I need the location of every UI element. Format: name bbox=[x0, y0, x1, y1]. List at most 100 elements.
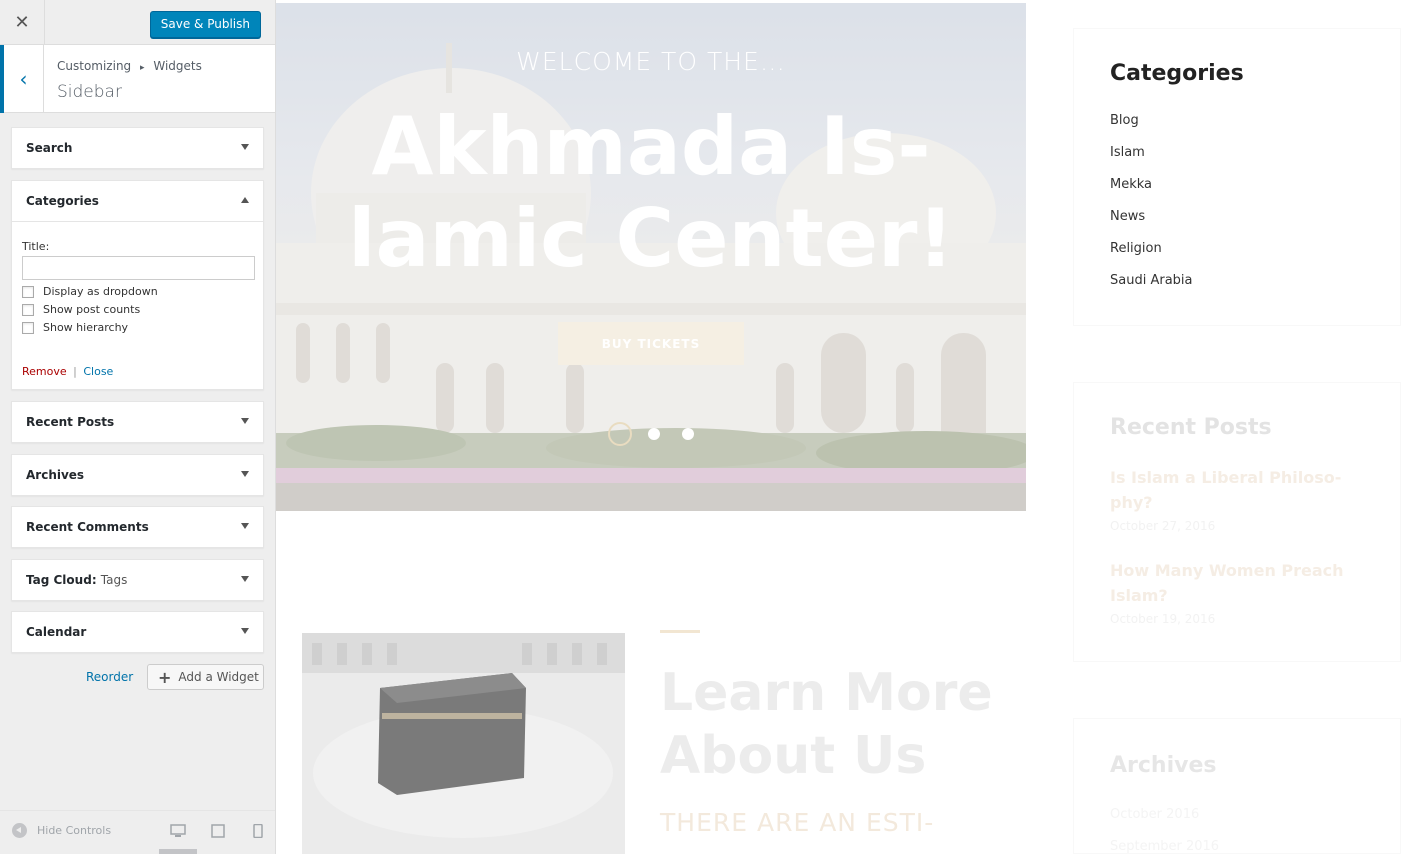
breadcrumb-root: Customizing bbox=[57, 59, 132, 73]
archive-list: October 2016 September 2016 bbox=[1110, 807, 1219, 854]
section-title: ‹ Customizing ▸ Widgets Sidebar bbox=[0, 45, 275, 113]
option-label: Display as dropdown bbox=[43, 285, 158, 298]
add-widget-label: Add a Widget bbox=[178, 670, 259, 684]
tablet-icon[interactable] bbox=[210, 824, 226, 838]
hero-title-line: Akhmada Is- bbox=[371, 100, 931, 193]
kaaba-illustration bbox=[302, 633, 625, 854]
widget-header[interactable]: Calendar bbox=[12, 612, 263, 652]
add-widget-button[interactable]: + Add a Widget bbox=[147, 664, 264, 690]
widget-header[interactable]: Recent Comments bbox=[12, 507, 263, 547]
chevron-left-icon: ‹ bbox=[19, 67, 28, 91]
widget-title-main: Tag Cloud bbox=[26, 573, 92, 587]
widget-header[interactable]: Tag Cloud: Tags bbox=[12, 560, 263, 600]
plus-icon: + bbox=[158, 667, 172, 687]
panel-title: Sidebar bbox=[57, 82, 122, 102]
collapse-arrow-icon bbox=[12, 823, 27, 838]
show-hierarchy-checkbox[interactable] bbox=[22, 321, 34, 334]
widget-title: Archives bbox=[26, 468, 85, 482]
widget-header[interactable]: Recent Posts bbox=[12, 402, 263, 442]
option-row[interactable]: Display as dropdown bbox=[22, 285, 253, 298]
recent-post-title-line: Is Islam a Liberal Philoso- bbox=[1110, 468, 1342, 487]
chevron-up-icon[interactable] bbox=[241, 197, 249, 203]
categories-widget: Categories Blog Islam Mekka News Religio… bbox=[1073, 28, 1401, 326]
close-customizer-button[interactable]: ✕ bbox=[0, 0, 45, 45]
archive-link[interactable]: October 2016 bbox=[1110, 807, 1219, 839]
active-device-indicator bbox=[159, 849, 197, 854]
breadcrumb-separator: ▸ bbox=[140, 63, 145, 73]
archives-widget: Archives October 2016 September 2016 bbox=[1073, 718, 1401, 854]
remove-link[interactable]: Remove bbox=[22, 365, 67, 378]
chevron-down-icon[interactable] bbox=[241, 418, 249, 424]
widget-calendar[interactable]: Calendar bbox=[11, 611, 264, 653]
widget-tag-cloud[interactable]: Tag Cloud: Tags bbox=[11, 559, 264, 601]
widget-form: Title: Display as dropdown Show post cou… bbox=[12, 221, 263, 389]
display-dropdown-checkbox[interactable] bbox=[22, 285, 34, 298]
about-subtitle: THERE ARE AN ESTI- bbox=[660, 808, 935, 837]
archives-title: Archives bbox=[1110, 753, 1217, 778]
chevron-down-icon[interactable] bbox=[241, 144, 249, 150]
about-title: Learn More About Us bbox=[660, 662, 993, 788]
option-label: Show post counts bbox=[43, 303, 141, 316]
categories-title: Categories bbox=[1110, 61, 1244, 86]
category-link[interactable]: Mekka bbox=[1110, 177, 1193, 209]
widget-actions: Reorder + Add a Widget bbox=[0, 664, 275, 690]
widget-archives[interactable]: Archives bbox=[11, 454, 264, 496]
chevron-down-icon[interactable] bbox=[241, 576, 249, 582]
widget-recent-posts[interactable]: Recent Posts bbox=[11, 401, 264, 443]
site-preview: WELCOME TO THE… Akhmada Is- lamic Center… bbox=[276, 0, 1419, 854]
recent-post-title-line: Islam? bbox=[1110, 586, 1168, 605]
chevron-down-icon[interactable] bbox=[241, 628, 249, 634]
save-publish-button[interactable]: Save & Publish bbox=[149, 11, 261, 38]
recent-post-item[interactable]: How Many Women Preach Islam? October 19,… bbox=[1110, 558, 1344, 626]
widget-categories[interactable]: Categories Title: Display as dropdown Sh… bbox=[11, 180, 264, 390]
close-link[interactable]: Close bbox=[83, 365, 113, 378]
category-link[interactable]: Religion bbox=[1110, 241, 1193, 273]
widget-title: Calendar bbox=[26, 625, 87, 639]
recent-post-item[interactable]: Is Islam a Liberal Philoso- phy? October… bbox=[1110, 465, 1341, 533]
widget-header[interactable]: Search bbox=[12, 128, 263, 168]
recent-post-title-line: phy? bbox=[1110, 493, 1153, 512]
hero-title-line: lamic Center! bbox=[348, 192, 954, 285]
reorder-button[interactable]: Reorder bbox=[86, 670, 133, 684]
hero-slider: WELCOME TO THE… Akhmada Is- lamic Center… bbox=[276, 3, 1026, 511]
back-button[interactable]: ‹ bbox=[0, 45, 44, 113]
slider-dot-2[interactable] bbox=[648, 428, 660, 440]
link-separator: | bbox=[73, 365, 77, 378]
mobile-icon[interactable] bbox=[250, 824, 266, 838]
recent-post-date: October 27, 2016 bbox=[1110, 519, 1216, 533]
widget-title: Tag Cloud: Tags bbox=[26, 573, 128, 587]
widget-recent-comments[interactable]: Recent Comments bbox=[11, 506, 264, 548]
desktop-icon[interactable] bbox=[170, 824, 186, 838]
archive-link[interactable]: September 2016 bbox=[1110, 839, 1219, 854]
widget-search[interactable]: Search bbox=[11, 127, 264, 169]
chevron-down-icon[interactable] bbox=[241, 523, 249, 529]
category-link[interactable]: Islam bbox=[1110, 145, 1193, 177]
widget-title: Recent Posts bbox=[26, 415, 115, 429]
title-label: Title: bbox=[22, 240, 50, 253]
widget-header[interactable]: Categories bbox=[12, 181, 263, 221]
widget-title: Recent Comments bbox=[26, 520, 149, 534]
option-row[interactable]: Show post counts bbox=[22, 303, 253, 316]
buy-tickets-button[interactable]: BUY TICKETS bbox=[558, 322, 744, 365]
option-row[interactable]: Show hierarchy bbox=[22, 321, 253, 334]
widget-title: Categories bbox=[26, 194, 99, 208]
category-link[interactable]: Blog bbox=[1110, 113, 1193, 145]
about-title-line: Learn More bbox=[660, 663, 993, 723]
hero-title: Akhmada Is- lamic Center! bbox=[276, 101, 1026, 285]
hide-controls-button[interactable]: Hide Controls bbox=[12, 823, 111, 838]
customizer-footer: Hide Controls bbox=[0, 810, 275, 854]
slider-dot-3[interactable] bbox=[682, 428, 694, 440]
title-input[interactable] bbox=[22, 256, 255, 280]
slider-dot-1[interactable] bbox=[608, 422, 632, 446]
breadcrumb: Customizing ▸ Widgets bbox=[57, 59, 202, 73]
widget-title: Search bbox=[26, 141, 73, 155]
widget-control-links: Remove | Close bbox=[22, 365, 113, 378]
kaaba-image bbox=[302, 633, 625, 854]
hide-controls-label: Hide Controls bbox=[37, 824, 112, 837]
show-post-counts-checkbox[interactable] bbox=[22, 303, 34, 316]
category-link[interactable]: News bbox=[1110, 209, 1193, 241]
chevron-down-icon[interactable] bbox=[241, 471, 249, 477]
category-list: Blog Islam Mekka News Religion Saudi Ara… bbox=[1110, 113, 1193, 305]
category-link[interactable]: Saudi Arabia bbox=[1110, 273, 1193, 305]
widget-header[interactable]: Archives bbox=[12, 455, 263, 495]
